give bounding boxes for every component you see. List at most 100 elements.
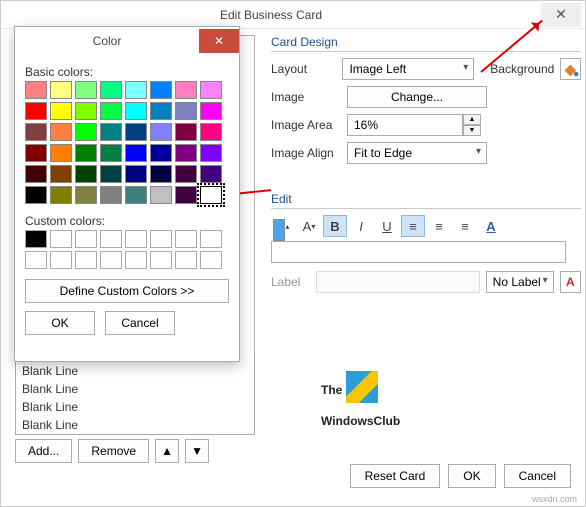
decrease-font-button[interactable]: A▾ <box>297 215 321 237</box>
list-item[interactable]: Blank Line <box>16 416 254 434</box>
color-swatch[interactable] <box>175 123 197 141</box>
bold-button[interactable]: B <box>323 215 347 237</box>
color-swatch[interactable] <box>50 102 72 120</box>
color-swatch[interactable] <box>150 144 172 162</box>
ok-button[interactable]: OK <box>448 464 495 488</box>
color-swatch[interactable] <box>200 123 222 141</box>
color-swatch[interactable] <box>150 123 172 141</box>
move-up-button[interactable]: ▲ <box>155 439 179 463</box>
color-swatch[interactable] <box>200 186 222 204</box>
color-swatch[interactable] <box>150 165 172 183</box>
cancel-button[interactable]: Cancel <box>504 464 571 488</box>
color-swatch[interactable] <box>75 102 97 120</box>
image-area-spinner[interactable]: 16% ▲▼ <box>347 114 481 136</box>
label-input[interactable] <box>316 271 480 293</box>
color-swatch[interactable] <box>25 102 47 120</box>
custom-color-swatch[interactable] <box>75 230 97 248</box>
cancel-button[interactable]: Cancel <box>105 311 175 335</box>
define-custom-colors-button[interactable]: Define Custom Colors >> <box>25 279 229 303</box>
color-swatch[interactable] <box>75 165 97 183</box>
color-swatch[interactable] <box>100 165 122 183</box>
color-swatch[interactable] <box>100 102 122 120</box>
align-left-button[interactable]: ≡ <box>401 215 425 237</box>
custom-color-swatch[interactable] <box>125 230 147 248</box>
color-swatch[interactable] <box>50 144 72 162</box>
underline-button[interactable]: U <box>375 215 399 237</box>
color-swatch[interactable] <box>200 102 222 120</box>
color-swatch[interactable] <box>25 81 47 99</box>
color-swatch[interactable] <box>75 144 97 162</box>
list-item[interactable]: Blank Line <box>16 380 254 398</box>
color-swatch[interactable] <box>200 144 222 162</box>
custom-color-swatch[interactable] <box>150 251 172 269</box>
color-swatch[interactable] <box>75 186 97 204</box>
color-swatch[interactable] <box>25 186 47 204</box>
color-swatch[interactable] <box>25 123 47 141</box>
custom-color-swatch[interactable] <box>25 230 47 248</box>
color-swatch[interactable] <box>175 186 197 204</box>
color-swatch[interactable] <box>175 81 197 99</box>
color-swatch[interactable] <box>175 165 197 183</box>
custom-color-swatch[interactable] <box>100 251 122 269</box>
custom-color-swatch[interactable] <box>25 251 47 269</box>
list-item[interactable]: Blank Line <box>16 362 254 380</box>
color-swatch[interactable] <box>100 186 122 204</box>
list-item[interactable]: Blank Line <box>16 398 254 416</box>
custom-color-swatch[interactable] <box>200 251 222 269</box>
edit-text-input[interactable] <box>271 241 566 263</box>
image-area-value[interactable]: 16% <box>347 114 463 136</box>
ok-button[interactable]: OK <box>25 311 95 335</box>
custom-color-swatch[interactable] <box>125 251 147 269</box>
color-swatch[interactable] <box>125 81 147 99</box>
custom-color-swatch[interactable] <box>75 251 97 269</box>
close-button[interactable]: ✕ <box>541 3 581 27</box>
color-swatch[interactable] <box>25 165 47 183</box>
color-swatch[interactable] <box>150 102 172 120</box>
color-swatch[interactable] <box>100 144 122 162</box>
color-swatch[interactable] <box>150 186 172 204</box>
color-swatch[interactable] <box>125 165 147 183</box>
layout-select[interactable]: Image Left <box>342 58 474 80</box>
remove-button[interactable]: Remove <box>78 439 149 463</box>
custom-color-swatch[interactable] <box>175 251 197 269</box>
color-swatch[interactable] <box>200 165 222 183</box>
align-right-button[interactable]: ≡ <box>453 215 477 237</box>
change-image-button[interactable]: Change... <box>347 86 487 108</box>
color-swatch[interactable] <box>50 123 72 141</box>
color-swatch[interactable] <box>125 102 147 120</box>
color-swatch[interactable] <box>75 123 97 141</box>
color-swatch[interactable] <box>125 186 147 204</box>
color-swatch[interactable] <box>175 144 197 162</box>
color-swatch[interactable] <box>100 81 122 99</box>
label-color-button[interactable]: A <box>560 271 581 293</box>
color-swatch[interactable] <box>100 123 122 141</box>
custom-color-swatch[interactable] <box>50 251 72 269</box>
close-button[interactable]: ✕ <box>199 29 239 53</box>
color-swatch[interactable] <box>75 81 97 99</box>
custom-color-swatch[interactable] <box>50 230 72 248</box>
color-swatch[interactable] <box>175 102 197 120</box>
color-swatch[interactable] <box>125 123 147 141</box>
color-swatch[interactable] <box>150 81 172 99</box>
background-color-button[interactable] <box>560 58 581 80</box>
custom-color-swatch[interactable] <box>175 230 197 248</box>
align-center-button[interactable]: ≡ <box>427 215 451 237</box>
custom-color-swatch[interactable] <box>100 230 122 248</box>
color-swatch[interactable] <box>200 81 222 99</box>
label-position-select[interactable]: No Label <box>486 271 554 293</box>
image-align-select[interactable]: Fit to Edge <box>347 142 487 164</box>
reset-card-button[interactable]: Reset Card <box>350 464 441 488</box>
color-swatch[interactable] <box>25 144 47 162</box>
color-swatch[interactable] <box>50 186 72 204</box>
color-swatch[interactable] <box>125 144 147 162</box>
italic-button[interactable]: I <box>349 215 373 237</box>
spin-down-icon[interactable]: ▼ <box>463 125 481 136</box>
color-swatch[interactable] <box>50 165 72 183</box>
custom-color-swatch[interactable] <box>200 230 222 248</box>
font-color-button[interactable]: A <box>479 215 503 237</box>
move-down-button[interactable]: ▼ <box>185 439 209 463</box>
custom-color-swatch[interactable] <box>150 230 172 248</box>
add-button[interactable]: Add... <box>15 439 72 463</box>
color-swatch[interactable] <box>50 81 72 99</box>
spin-up-icon[interactable]: ▲ <box>463 114 481 125</box>
